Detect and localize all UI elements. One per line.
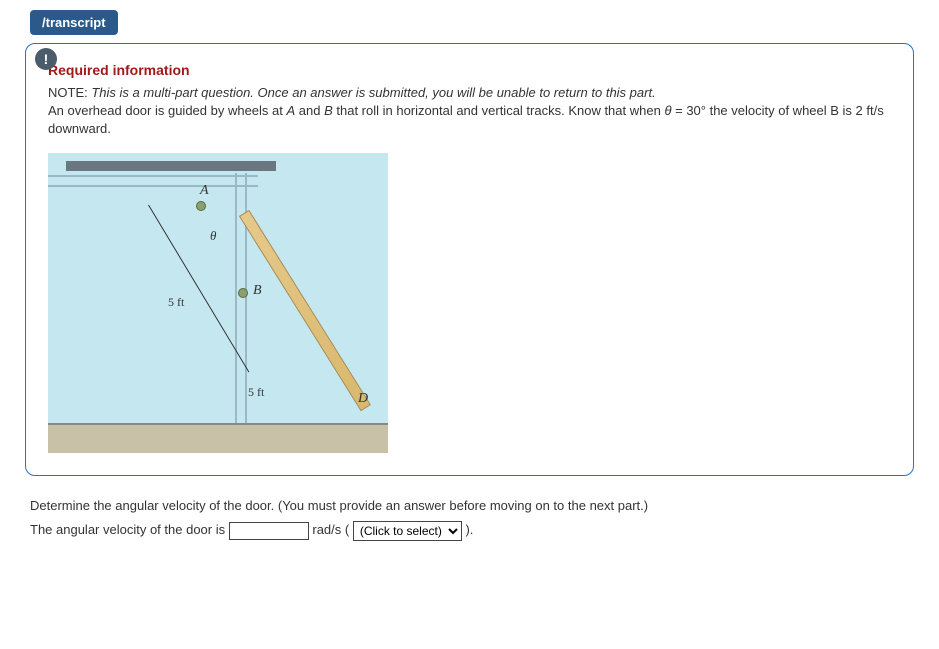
note-italic: This is a multi-part question. Once an a… (91, 85, 655, 100)
figure-label-a: A (200, 183, 209, 199)
wheel-a-icon (196, 201, 206, 211)
wheel-b-icon (238, 288, 248, 298)
direction-select[interactable]: (Click to select) (353, 521, 462, 541)
note-text: NOTE: This is a multi-part question. Onc… (48, 84, 891, 139)
var-A: A (287, 103, 296, 118)
answer-label: The angular velocity of the door is (30, 522, 229, 537)
angular-velocity-input[interactable] (229, 522, 309, 540)
body-2: and (295, 103, 324, 118)
question-area: Determine the angular velocity of the do… (30, 494, 914, 543)
info-badge-icon: ! (35, 48, 57, 70)
figure-label-b: B (253, 283, 262, 299)
problem-figure: A B D θ 5 ft 5 ft (48, 153, 388, 453)
horizontal-track (48, 173, 258, 193)
var-theta: θ (664, 103, 671, 118)
unit-label: rad/s ( (312, 522, 352, 537)
question-prompt: Determine the angular velocity of the do… (30, 494, 914, 519)
body-1: An overhead door is guided by wheels at (48, 103, 287, 118)
figure-floor (48, 423, 388, 453)
figure-topbar (66, 161, 276, 171)
transcript-tab[interactable]: /transcript (30, 10, 118, 35)
answer-row: The angular velocity of the door is rad/… (30, 518, 914, 543)
closing-paren: ). (465, 522, 473, 537)
required-info-panel: Required information NOTE: This is a mul… (25, 43, 914, 476)
required-heading: Required information (48, 62, 891, 78)
figure-label-d: D (358, 391, 368, 407)
body-3: that roll in horizontal and vertical tra… (333, 103, 665, 118)
figure-dim-lower: 5 ft (248, 385, 264, 400)
var-B: B (324, 103, 333, 118)
door-bar (239, 209, 371, 410)
figure-dim-upper: 5 ft (168, 295, 184, 310)
note-prefix: NOTE: (48, 85, 88, 100)
figure-label-theta: θ (210, 228, 216, 244)
